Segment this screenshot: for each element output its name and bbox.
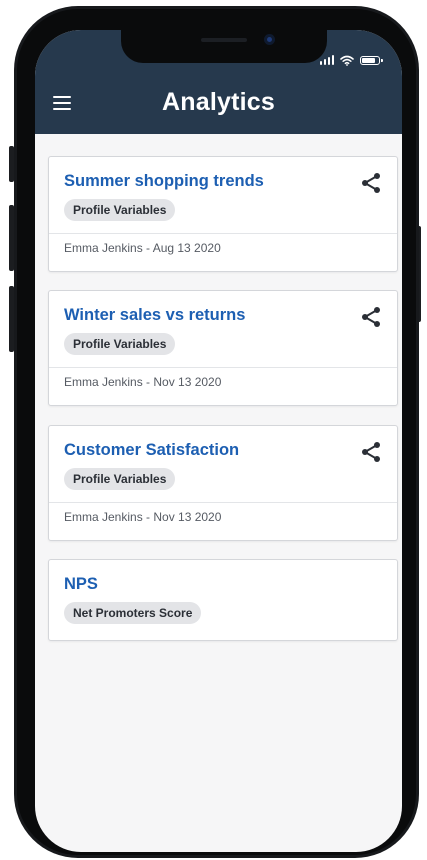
share-icon[interactable] bbox=[359, 171, 383, 195]
share-icon[interactable] bbox=[359, 440, 383, 464]
divider bbox=[49, 233, 397, 234]
wifi-icon bbox=[340, 55, 354, 66]
page-title: Analytics bbox=[162, 88, 275, 116]
card-title[interactable]: Summer shopping trends bbox=[64, 172, 264, 191]
category-tag: Net Promoters Score bbox=[64, 602, 202, 624]
app-bar: Analytics bbox=[35, 30, 402, 134]
report-card[interactable]: Winter sales vs returns Profile Variable… bbox=[48, 290, 398, 406]
status-bar bbox=[319, 54, 383, 66]
notch bbox=[121, 30, 327, 63]
category-tag: Profile Variables bbox=[64, 199, 176, 221]
cellular-signal-icon bbox=[319, 55, 334, 65]
card-title[interactable]: NPS bbox=[64, 575, 98, 594]
category-tag: Profile Variables bbox=[64, 468, 176, 490]
phone-screen: Analytics Summer shopping trends Profile… bbox=[35, 30, 402, 852]
card-meta: Emma Jenkins - Nov 13 2020 bbox=[64, 510, 222, 524]
card-title[interactable]: Customer Satisfaction bbox=[64, 441, 239, 460]
card-title[interactable]: Winter sales vs returns bbox=[64, 306, 245, 325]
divider bbox=[49, 502, 397, 503]
battery-icon bbox=[360, 55, 383, 65]
card-meta: Emma Jenkins - Nov 13 2020 bbox=[64, 375, 222, 389]
category-tag: Profile Variables bbox=[64, 333, 176, 355]
divider bbox=[49, 367, 397, 368]
front-camera bbox=[264, 34, 275, 45]
card-meta: Emma Jenkins - Aug 13 2020 bbox=[64, 241, 221, 255]
phone-frame: Analytics Summer shopping trends Profile… bbox=[14, 6, 419, 858]
report-card[interactable]: NPS Net Promoters Score bbox=[48, 559, 398, 641]
report-card[interactable]: Summer shopping trends Profile Variables… bbox=[48, 156, 398, 272]
share-icon[interactable] bbox=[359, 305, 383, 329]
speaker-grille bbox=[201, 38, 247, 42]
report-card[interactable]: Customer Satisfaction Profile Variables … bbox=[48, 425, 398, 541]
